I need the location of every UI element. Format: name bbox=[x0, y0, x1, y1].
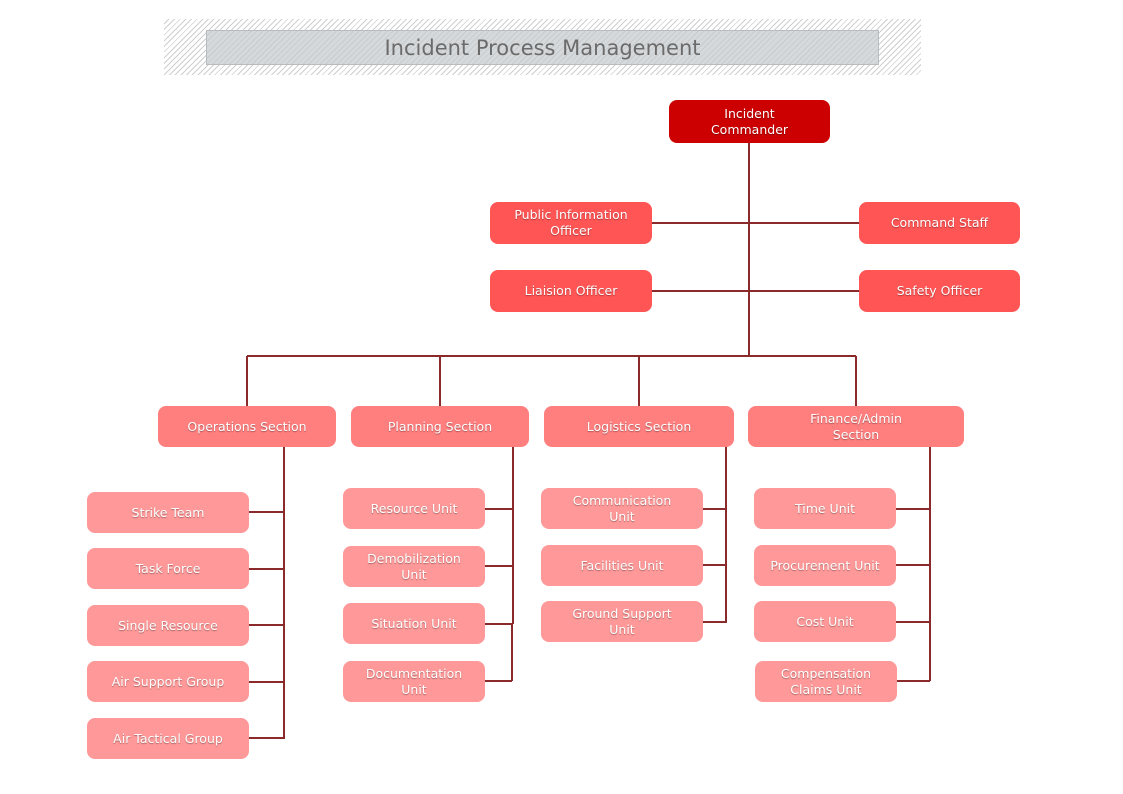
node-planning-section[interactable]: Planning Section bbox=[351, 406, 529, 447]
node-public-information-officer[interactable]: Public Information Officer bbox=[490, 202, 652, 244]
node-liaison-officer[interactable]: Liaision Officer bbox=[490, 270, 652, 312]
node-finance-admin-section[interactable]: Finance/Admin Section bbox=[748, 406, 964, 447]
node-compensation-claims-unit[interactable]: Compensation Claims Unit bbox=[755, 661, 897, 702]
node-task-force[interactable]: Task Force bbox=[87, 548, 249, 589]
node-communication-unit[interactable]: Communication Unit bbox=[541, 488, 703, 529]
node-situation-unit[interactable]: Situation Unit bbox=[343, 603, 485, 644]
node-command-staff[interactable]: Command Staff bbox=[859, 202, 1020, 244]
node-documentation-unit[interactable]: Documentation Unit bbox=[343, 661, 485, 702]
node-safety-officer[interactable]: Safety Officer bbox=[859, 270, 1020, 312]
node-logistics-section[interactable]: Logistics Section bbox=[544, 406, 734, 447]
node-single-resource[interactable]: Single Resource bbox=[87, 605, 249, 646]
node-air-tactical-group[interactable]: Air Tactical Group bbox=[87, 718, 249, 759]
node-ground-support-unit[interactable]: Ground Support Unit bbox=[541, 601, 703, 642]
node-cost-unit[interactable]: Cost Unit bbox=[754, 601, 896, 642]
node-facilities-unit[interactable]: Facilities Unit bbox=[541, 545, 703, 586]
node-air-support-group[interactable]: Air Support Group bbox=[87, 661, 249, 702]
node-resource-unit[interactable]: Resource Unit bbox=[343, 488, 485, 529]
node-incident-commander[interactable]: Incident Commander bbox=[669, 100, 830, 143]
node-time-unit[interactable]: Time Unit bbox=[754, 488, 896, 529]
node-demobilization-unit[interactable]: Demobilization Unit bbox=[343, 546, 485, 587]
node-procurement-unit[interactable]: Procurement Unit bbox=[754, 545, 896, 586]
node-operations-section[interactable]: Operations Section bbox=[158, 406, 336, 447]
node-strike-team[interactable]: Strike Team bbox=[87, 492, 249, 533]
